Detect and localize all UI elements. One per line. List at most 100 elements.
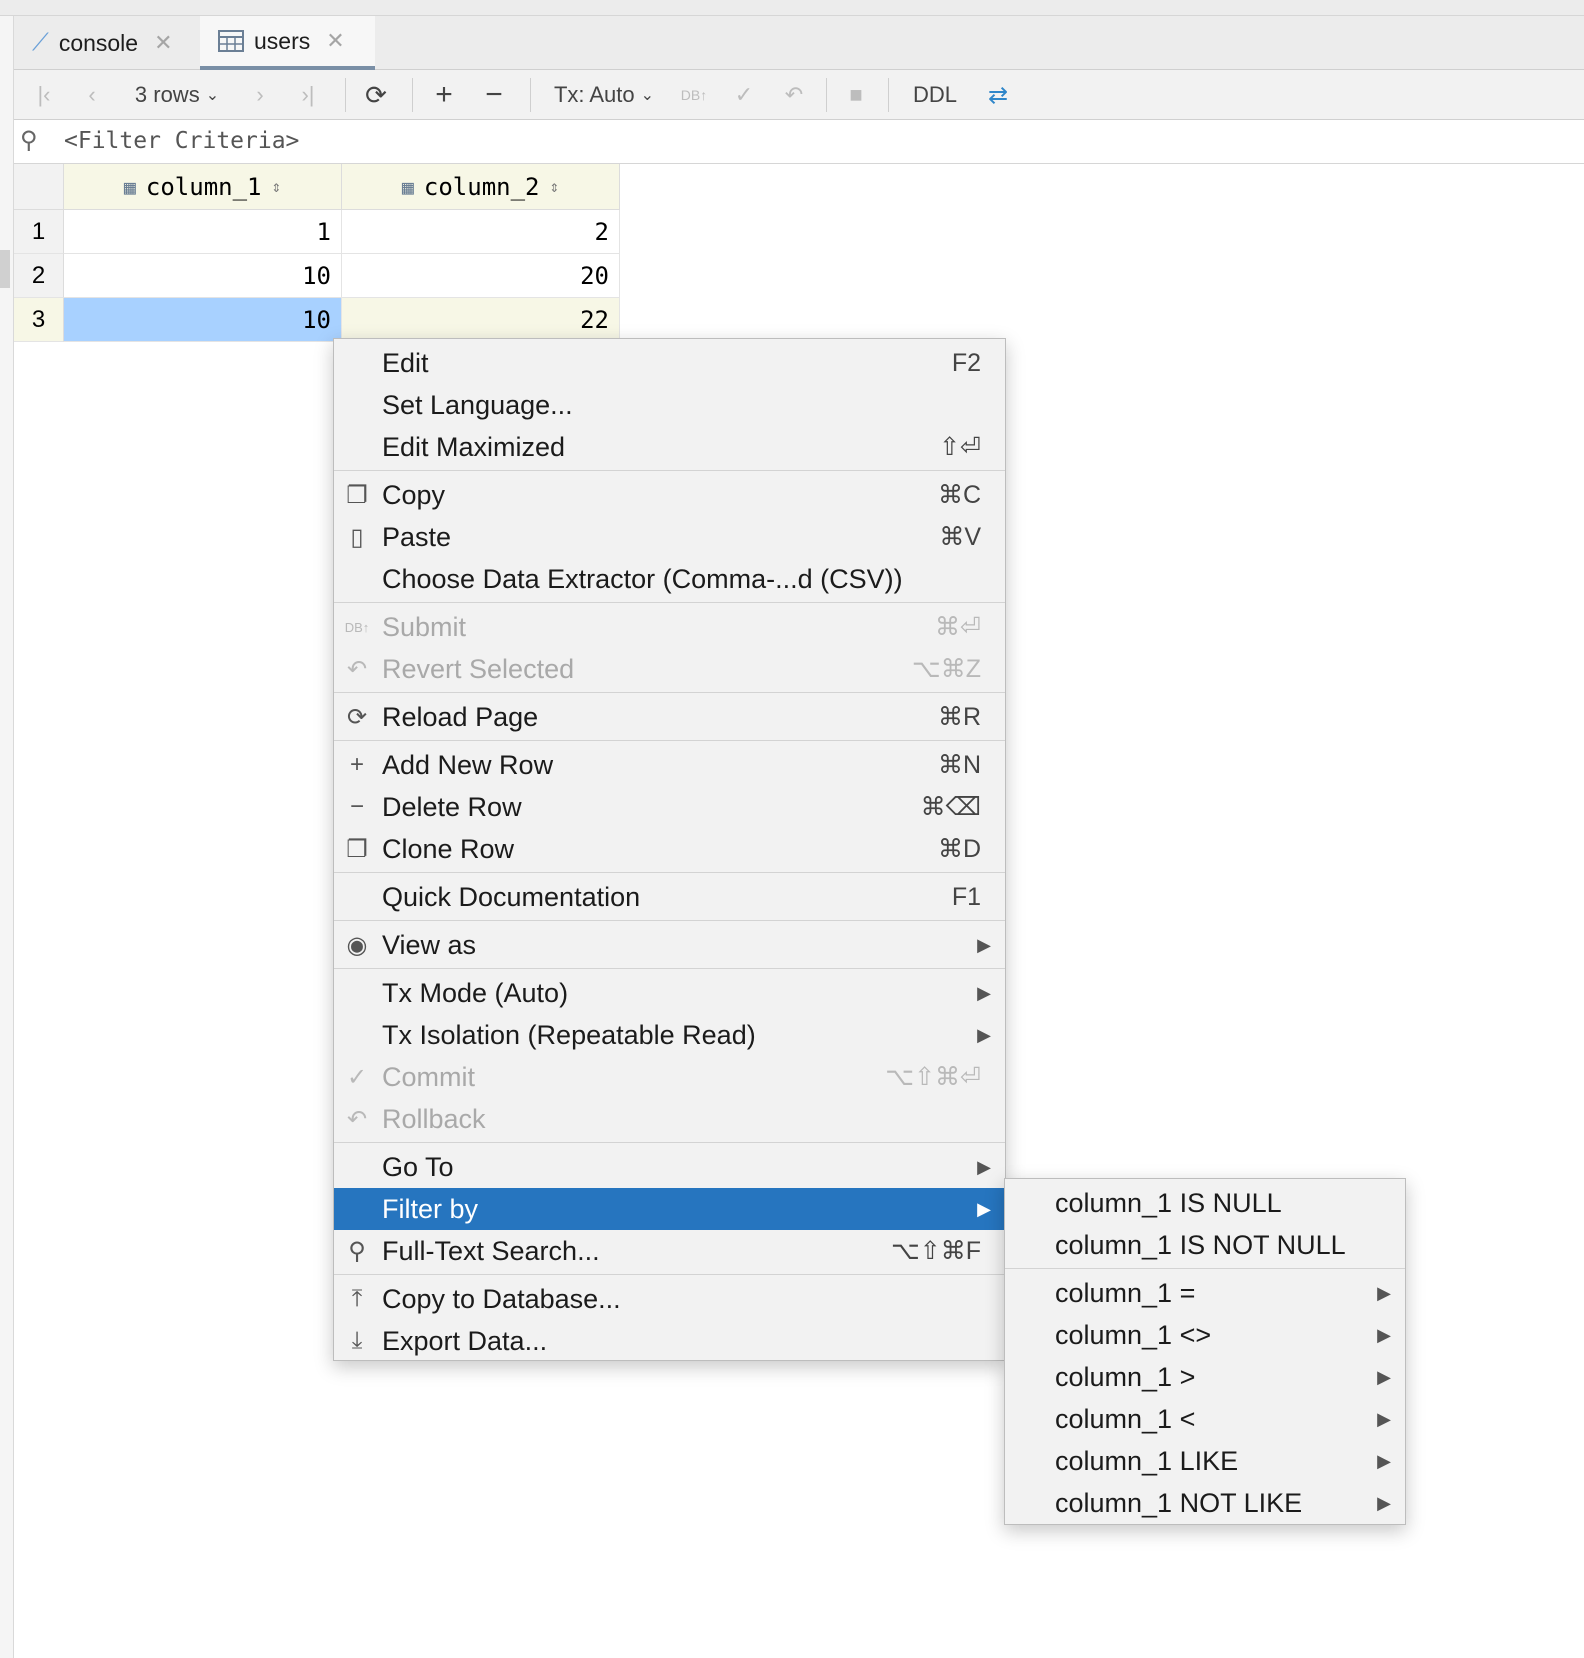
submenu-item-equals[interactable]: column_1 = ▶ xyxy=(1005,1272,1405,1314)
menu-item-label: Quick Documentation xyxy=(382,881,641,912)
submenu-arrow-icon: ▶ xyxy=(1377,1324,1391,1345)
submenu-item-not-equals[interactable]: column_1 <> ▶ xyxy=(1005,1314,1405,1356)
prev-page-icon[interactable]: ‹ xyxy=(72,70,112,120)
menu-item-label: column_1 IS NOT NULL xyxy=(1055,1229,1346,1260)
column-header[interactable]: ▦ column_2 ⇕ xyxy=(342,164,620,210)
menu-item-rollback[interactable]: ↶ Rollback xyxy=(334,1098,1005,1140)
menu-item-quick-documentation[interactable]: Quick Documentation F1 xyxy=(334,876,1005,918)
tab-users[interactable]: users ✕ xyxy=(200,16,375,70)
menu-item-label: Paste xyxy=(382,521,452,552)
menu-item-go-to[interactable]: Go To ▶ xyxy=(334,1146,1005,1188)
menu-item-edit-maximized[interactable]: Edit Maximized ⇧⏎ xyxy=(334,426,1005,468)
menu-item-copy-to-database[interactable]: ⤒ Copy to Database... xyxy=(334,1278,1005,1320)
submit-icon[interactable]: DB↑ xyxy=(674,70,714,120)
toolbar-separator xyxy=(345,78,346,112)
menu-item-label: Reload Page xyxy=(382,701,539,732)
submenu-item-is-null[interactable]: column_1 IS NULL xyxy=(1005,1182,1405,1224)
submenu-arrow-icon: ▶ xyxy=(1377,1408,1391,1429)
table-cell[interactable]: 2 xyxy=(342,210,620,254)
submenu-item-not-like[interactable]: column_1 NOT LIKE ▶ xyxy=(1005,1482,1405,1524)
reload-icon: ⟳ xyxy=(346,703,368,731)
submenu-item-greater-than[interactable]: column_1 > ▶ xyxy=(1005,1356,1405,1398)
submenu-item-like[interactable]: column_1 LIKE ▶ xyxy=(1005,1440,1405,1482)
menu-item-revert-selected[interactable]: ↶ Revert Selected ⌥⌘Z xyxy=(334,648,1005,690)
menu-item-shortcut: ⌘N xyxy=(937,751,981,779)
table-cell[interactable]: 20 xyxy=(342,254,620,298)
menu-item-submit[interactable]: DB↑ Submit ⌘⏎ xyxy=(334,606,1005,648)
toolbar-separator xyxy=(826,78,827,112)
context-menu: Edit F2 Set Language... Edit Maximized ⇧… xyxy=(333,338,1006,1361)
close-icon[interactable]: ✕ xyxy=(154,30,172,56)
minus-icon: − xyxy=(349,793,364,820)
menu-item-export-data[interactable]: ⤓ Export Data... xyxy=(334,1320,1005,1362)
rollback-icon[interactable]: ↶ xyxy=(774,70,814,120)
delete-row-icon[interactable]: − xyxy=(474,70,514,120)
menu-item-shortcut: ⌘⏎ xyxy=(935,613,981,641)
menu-item-tx-mode[interactable]: Tx Mode (Auto) ▶ xyxy=(334,972,1005,1014)
menu-separator xyxy=(334,968,1005,969)
upload-icon: ⤒ xyxy=(351,1285,363,1312)
column-icon: ▦ xyxy=(123,174,136,199)
menu-item-label: View as xyxy=(382,929,477,960)
menu-item-full-text-search[interactable]: ⚲ Full-Text Search... ⌥⇧⌘F xyxy=(334,1230,1005,1272)
submit-icon: DB↑ xyxy=(344,619,370,635)
search-icon: ⚲ xyxy=(348,1237,366,1265)
menu-item-label: column_1 > xyxy=(1055,1361,1196,1392)
menu-item-label: Revert Selected xyxy=(382,653,575,684)
reload-icon[interactable]: ⟳ xyxy=(356,70,396,120)
last-page-icon[interactable]: ›| xyxy=(288,70,328,120)
next-page-icon[interactable]: › xyxy=(240,70,280,120)
tab-console[interactable]: ⟋ console ✕ xyxy=(14,16,200,70)
menu-item-choose-data-extractor[interactable]: Choose Data Extractor (Comma-...d (CSV)) xyxy=(334,558,1005,600)
menu-item-set-language[interactable]: Set Language... xyxy=(334,384,1005,426)
menu-item-filter-by[interactable]: Filter by ▶ xyxy=(334,1188,1005,1230)
menu-separator xyxy=(334,740,1005,741)
menu-item-tx-isolation[interactable]: Tx Isolation (Repeatable Read) ▶ xyxy=(334,1014,1005,1056)
menu-item-add-new-row[interactable]: + Add New Row ⌘N xyxy=(334,744,1005,786)
chevron-down-icon: ⌄ xyxy=(205,87,220,104)
menu-item-label: Edit xyxy=(382,347,429,378)
column-header[interactable]: ▦ column_1 ⇕ xyxy=(64,164,342,210)
menu-item-delete-row[interactable]: − Delete Row ⌘⌫ xyxy=(334,786,1005,828)
add-row-icon[interactable]: + xyxy=(424,70,464,120)
window-top-strip xyxy=(0,0,1584,16)
check-icon: ✓ xyxy=(346,1063,368,1091)
column-icon: ▦ xyxy=(401,174,414,199)
column-header-label: column_1 xyxy=(145,172,262,201)
menu-item-edit[interactable]: Edit F2 xyxy=(334,342,1005,384)
tab-console-label: console xyxy=(58,29,139,56)
close-icon[interactable]: ✕ xyxy=(326,28,344,54)
rows-count-dropdown[interactable]: 3 rows ⌄ xyxy=(122,70,232,120)
row-number[interactable]: 1 xyxy=(14,210,64,254)
menu-item-label: Clone Row xyxy=(382,833,515,864)
table-cell[interactable]: 10 xyxy=(64,254,342,298)
menu-item-commit[interactable]: ✓ Commit ⌥⇧⌘⏎ xyxy=(334,1056,1005,1098)
menu-item-shortcut: ⌘V xyxy=(939,523,981,551)
row-number[interactable]: 2 xyxy=(14,254,64,298)
filter-criteria-input[interactable] xyxy=(62,124,1462,158)
submenu-item-is-not-null[interactable]: column_1 IS NOT NULL xyxy=(1005,1224,1405,1266)
menu-item-copy[interactable]: ❐ Copy ⌘C xyxy=(334,474,1005,516)
plus-icon: + xyxy=(349,751,364,778)
menu-item-view-as[interactable]: ◉ View as ▶ xyxy=(334,924,1005,966)
submenu-item-less-than[interactable]: column_1 < ▶ xyxy=(1005,1398,1405,1440)
sort-icon[interactable]: ⇕ xyxy=(272,177,282,196)
menu-item-clone-row[interactable]: ❐ Clone Row ⌘D xyxy=(334,828,1005,870)
menu-item-paste[interactable]: ▯ Paste ⌘V xyxy=(334,516,1005,558)
menu-item-label: column_1 NOT LIKE xyxy=(1055,1487,1303,1518)
menu-item-shortcut: ⌥⇧⌘⏎ xyxy=(885,1063,981,1091)
stop-icon[interactable]: ■ xyxy=(836,70,876,120)
submenu-arrow-icon: ▶ xyxy=(977,934,991,955)
selected-table-cell[interactable]: 10 xyxy=(64,298,342,342)
table-cell[interactable]: 1 xyxy=(64,210,342,254)
editor-tabbar: ⟋ console ✕ users ✕ xyxy=(14,16,1584,70)
ddl-button[interactable]: DDL xyxy=(900,70,970,120)
check-icon[interactable]: ✓ xyxy=(724,70,764,120)
tx-mode-dropdown[interactable]: Tx: Auto ⌄ xyxy=(544,70,664,120)
compare-icon[interactable]: ⇄ xyxy=(978,70,1018,120)
row-number[interactable]: 3 xyxy=(14,298,64,342)
first-page-icon[interactable]: |‹ xyxy=(24,70,64,120)
menu-item-reload-page[interactable]: ⟳ Reload Page ⌘R xyxy=(334,696,1005,738)
table-cell[interactable]: 22 xyxy=(342,298,620,342)
sort-icon[interactable]: ⇕ xyxy=(550,177,560,196)
